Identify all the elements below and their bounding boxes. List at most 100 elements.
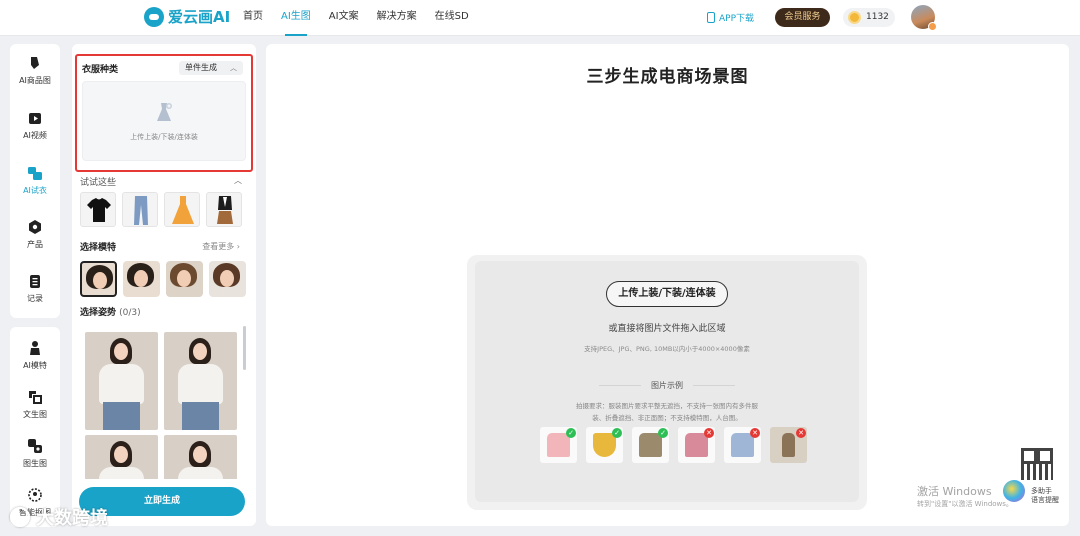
logo-text: 爱云画AI bbox=[168, 8, 231, 26]
watermark-text: 大数跨境 bbox=[36, 508, 108, 529]
nav-solutions[interactable]: 解决方案 bbox=[368, 0, 426, 36]
rail-label: AI模特 bbox=[23, 361, 47, 370]
pose-face bbox=[193, 446, 207, 463]
rail-label: AI商品图 bbox=[19, 76, 51, 85]
choose-model-label: 选择模特 bbox=[80, 243, 117, 253]
model-face bbox=[93, 272, 107, 289]
pose-option[interactable] bbox=[85, 332, 158, 430]
vip-button[interactable]: 会员服务 bbox=[775, 8, 830, 27]
pose-shirt bbox=[178, 467, 223, 479]
tool-rail-primary: AI商品图 AI视频 AI试衣 产品 记录 bbox=[10, 44, 60, 318]
model-option[interactable] bbox=[209, 261, 246, 297]
sample-garment-tshirt[interactable] bbox=[80, 192, 116, 227]
watermark: 大数跨境 bbox=[10, 504, 108, 530]
example-garment bbox=[782, 433, 795, 457]
app-download-label: APP下载 bbox=[719, 14, 755, 24]
rail-label: 记录 bbox=[27, 294, 43, 303]
check-icon: ✓ bbox=[658, 428, 668, 438]
rail-item-ai-video[interactable]: AI视频 bbox=[10, 110, 60, 141]
logo[interactable]: 爱云画AI bbox=[144, 6, 230, 27]
avatar-badge-icon bbox=[928, 22, 937, 31]
cross-icon: ✕ bbox=[704, 428, 714, 438]
example-image-bad: ✕ bbox=[678, 427, 715, 463]
clothing-type-title: 衣服种类 bbox=[82, 65, 119, 75]
windows-activate-title: 激活 Windows bbox=[917, 485, 992, 498]
model-option[interactable] bbox=[123, 261, 160, 297]
divider-right bbox=[693, 385, 735, 386]
pose-scrollbar[interactable] bbox=[243, 326, 246, 370]
rail-label: 文生图 bbox=[23, 410, 47, 419]
brush-icon bbox=[31, 57, 39, 69]
nav-ai-copy[interactable]: AI文案 bbox=[320, 0, 368, 36]
main-canvas: 三步生成电商场景图 上传上装/下装/连体装 或直接将图片文件拖入此区域 支持JP… bbox=[266, 44, 1069, 526]
example-title: 图片示例 bbox=[651, 381, 683, 390]
pose-option[interactable] bbox=[85, 435, 158, 479]
pose-jeans bbox=[182, 402, 219, 430]
jeans-icon bbox=[134, 196, 148, 225]
pose-shirt bbox=[99, 364, 144, 404]
see-more-label: 查看更多 bbox=[202, 242, 235, 251]
matting-icon bbox=[28, 488, 42, 502]
nav-home[interactable]: 首页 bbox=[234, 0, 272, 36]
example-image-good: ✓ bbox=[540, 427, 577, 463]
tool-rail-secondary: AI模特 文生图 图生图 智能抠图 bbox=[10, 327, 60, 527]
pose-option[interactable] bbox=[164, 332, 237, 430]
pose-face bbox=[114, 343, 128, 360]
text-to-image-icon bbox=[29, 391, 42, 404]
rail-item-ai-tryon[interactable]: AI试衣 bbox=[10, 165, 60, 196]
assistant-icon[interactable] bbox=[1003, 480, 1025, 502]
coin-count: 1132 bbox=[866, 12, 889, 22]
requirement-line-2: 装、折叠遮挡、非正面图；不支持模特图，人台图。 bbox=[592, 414, 742, 422]
image-to-image-icon bbox=[28, 439, 42, 453]
pose-face bbox=[114, 446, 128, 463]
options-panel: 衣服种类 单件生成 ︿ 上传上装/下装/连体装 试试这些 ︿ 选择模特 查看更多… bbox=[72, 44, 256, 526]
upload-drop-area[interactable]: 上传上装/下装/连体装 或直接将图片文件拖入此区域 支持JPEG、JPG、PNG… bbox=[467, 255, 867, 510]
top-bar: 爱云画AI 首页 AI生图 AI文案 解决方案 在线SD APP下载 会员服务 … bbox=[0, 0, 1080, 36]
rail-item-image-to-image[interactable]: 图生图 bbox=[10, 438, 60, 469]
upload-drop-inner: 上传上装/下装/连体装 或直接将图片文件拖入此区域 支持JPEG、JPG、PNG… bbox=[475, 261, 859, 502]
generation-mode-select[interactable]: 单件生成 ︿ bbox=[179, 61, 243, 75]
check-icon: ✓ bbox=[566, 428, 576, 438]
sample-garment-dress[interactable] bbox=[164, 192, 200, 227]
example-images: ✓ ✓ ✓ ✕ ✕ ✕ bbox=[540, 427, 807, 463]
rail-item-record[interactable]: 记录 bbox=[10, 273, 60, 304]
windows-activation-notice: 激活 Windows 转到"设置"以激活 Windows。 bbox=[917, 483, 1013, 509]
format-hint: 支持JPEG、JPG、PNG, 10MB以内小于4000×4000像素 bbox=[584, 345, 750, 353]
sample-garment-jeans[interactable] bbox=[122, 192, 158, 227]
upload-hint: 上传上装/下装/连体装 bbox=[130, 133, 198, 141]
coin-icon bbox=[848, 11, 861, 24]
sample-garment-set[interactable] bbox=[206, 192, 242, 227]
model-face bbox=[134, 270, 148, 287]
product-icon bbox=[29, 220, 41, 234]
model-face bbox=[220, 270, 234, 287]
rail-item-ai-product[interactable]: AI商品图 bbox=[10, 55, 60, 86]
upload-garment-button[interactable]: 上传上装/下装/连体装 bbox=[606, 281, 728, 307]
model-option[interactable] bbox=[166, 261, 203, 297]
see-more-link[interactable]: 查看更多 › bbox=[202, 241, 240, 252]
chevron-up-icon[interactable]: ︿ bbox=[234, 175, 242, 186]
clothing-type-section: 衣服种类 单件生成 ︿ 上传上装/下装/连体装 bbox=[75, 54, 253, 172]
sample-garments bbox=[80, 192, 242, 227]
example-image-good: ✓ bbox=[586, 427, 623, 463]
qr-code[interactable] bbox=[1019, 446, 1055, 482]
nav-ai-image[interactable]: AI生图 bbox=[272, 0, 320, 36]
rail-item-text-to-image[interactable]: 文生图 bbox=[10, 389, 60, 420]
model-option[interactable] bbox=[80, 261, 117, 297]
pose-shirt bbox=[99, 467, 144, 479]
cross-icon: ✕ bbox=[750, 428, 760, 438]
app-download-link[interactable]: APP下载 bbox=[707, 11, 754, 24]
rail-label: 图生图 bbox=[23, 459, 47, 468]
rail-label: 产品 bbox=[27, 240, 43, 249]
try-these-label: 试试这些 bbox=[80, 178, 117, 188]
tshirt-icon bbox=[87, 198, 111, 222]
garment-upload-zone[interactable]: 上传上装/下装/连体装 bbox=[82, 81, 246, 161]
avatar[interactable] bbox=[911, 5, 937, 31]
coin-balance[interactable]: 1132 bbox=[843, 8, 895, 27]
pose-option[interactable] bbox=[164, 435, 237, 479]
rail-item-product[interactable]: 产品 bbox=[10, 219, 60, 250]
rail-item-ai-model[interactable]: AI模特 bbox=[10, 340, 60, 371]
nav-online-sd[interactable]: 在线SD bbox=[426, 0, 478, 36]
cloud-logo-icon bbox=[144, 6, 164, 27]
assistant-label: 多助手 语言提醒 bbox=[1031, 487, 1059, 504]
main-nav: 首页 AI生图 AI文案 解决方案 在线SD bbox=[234, 0, 478, 36]
